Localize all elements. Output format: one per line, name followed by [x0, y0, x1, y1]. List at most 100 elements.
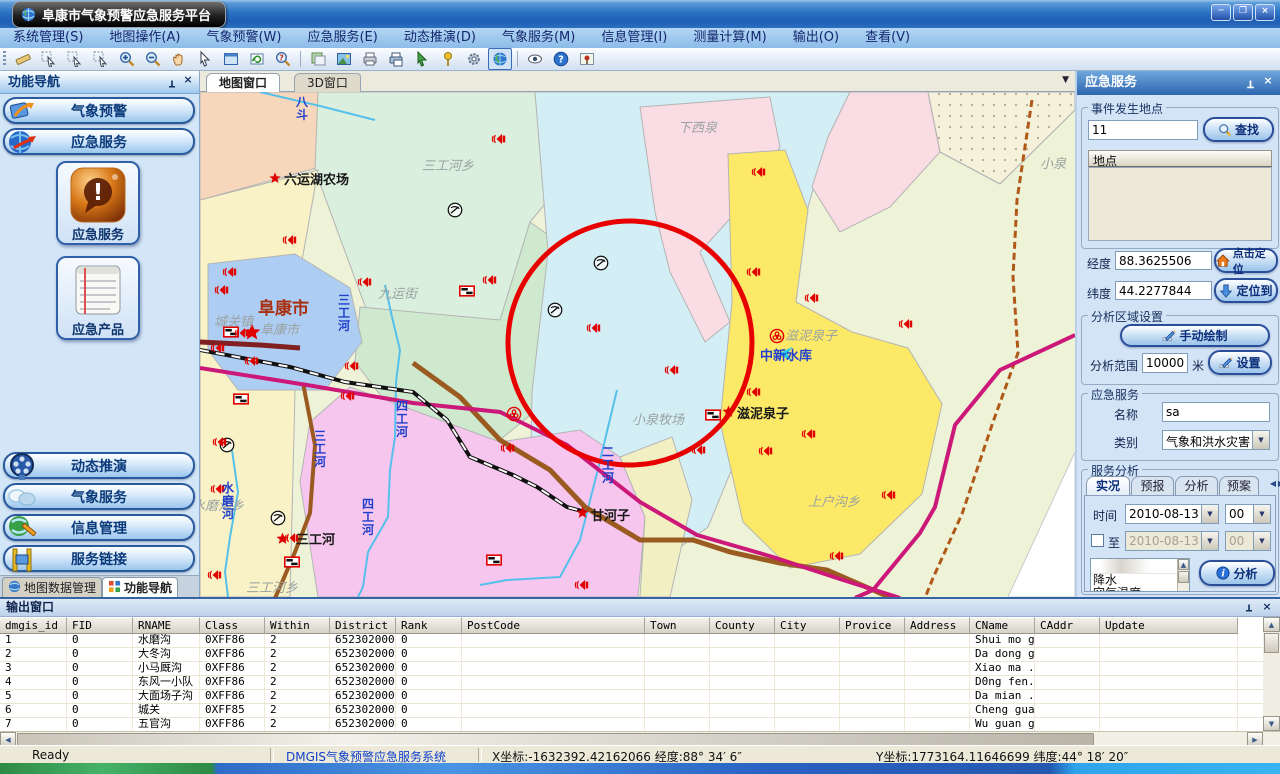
table-vscrollbar[interactable]: ▲ ▼: [1263, 617, 1280, 731]
chevron-down-icon[interactable]: ▼: [1062, 75, 1069, 85]
refresh-icon[interactable]: [245, 48, 269, 70]
export-image-icon[interactable]: [332, 48, 356, 70]
scroll-down-icon[interactable]: ▼: [1263, 716, 1280, 731]
menu-item[interactable]: 气象预警(W): [193, 28, 294, 48]
analysis-tab-分析[interactable]: 分析: [1175, 476, 1218, 495]
close-icon[interactable]: ×: [1260, 600, 1274, 614]
column-header-Class[interactable]: Class: [200, 617, 265, 634]
overview-icon[interactable]: [575, 48, 599, 70]
column-header-Address[interactable]: Address: [905, 617, 970, 634]
minimize-button[interactable]: ─: [1211, 4, 1231, 21]
identify-icon[interactable]: ?: [271, 48, 295, 70]
chevron-down-icon[interactable]: ▼: [1252, 431, 1269, 449]
close-icon[interactable]: ×: [181, 73, 195, 87]
snap-arrow-icon[interactable]: [410, 48, 434, 70]
close-icon[interactable]: ×: [1261, 74, 1275, 88]
analysis-tab-预报[interactable]: 预报: [1131, 476, 1174, 495]
restore-button[interactable]: ❐: [1233, 4, 1253, 21]
manual-draw-button[interactable]: 手动绘制: [1120, 324, 1270, 347]
column-header-County[interactable]: County: [710, 617, 775, 634]
column-header-dmgis_id[interactable]: dmgis_id: [0, 617, 67, 634]
print-preview-icon[interactable]: [384, 48, 408, 70]
mine-marker[interactable]: [594, 256, 608, 270]
menu-item[interactable]: 信息管理(I): [588, 28, 680, 48]
toolbar-grip[interactable]: [3, 51, 6, 67]
list-scrollbar[interactable]: ▲: [1177, 559, 1189, 592]
globe-icon[interactable]: [488, 48, 512, 70]
column-header-Rank[interactable]: Rank: [396, 617, 462, 634]
panel-tab-功能导航[interactable]: 功能导航: [102, 577, 178, 597]
location-list-header[interactable]: 地点: [1088, 150, 1272, 167]
layers-icon[interactable]: [306, 48, 330, 70]
hour-select[interactable]: 00▼: [1225, 504, 1271, 524]
click-locate-button[interactable]: 点击定位: [1214, 248, 1278, 273]
group-button-气象服务[interactable]: 气象服务: [3, 483, 195, 510]
column-header-Provice[interactable]: Provice: [840, 617, 905, 634]
menu-item[interactable]: 应急服务(E): [294, 28, 390, 48]
menu-item[interactable]: 地图操作(A): [96, 28, 193, 48]
print-icon[interactable]: [358, 48, 382, 70]
group-button-服务链接[interactable]: 服务链接: [3, 545, 195, 572]
element-list[interactable]: 降水空气温度 ▲: [1090, 558, 1190, 592]
table-row[interactable]: 70五官沟0XFF8626523020000Wu guan gou: [0, 718, 1263, 731]
select-icon[interactable]: [37, 48, 61, 70]
menu-item[interactable]: 动态推演(D): [391, 28, 489, 48]
column-header-PostCode[interactable]: PostCode: [462, 617, 645, 634]
table-row[interactable]: 30小马厩沟0XFF8626523020000Xiao ma ...: [0, 662, 1263, 676]
menu-item[interactable]: 气象服务(M): [489, 28, 588, 48]
pin-icon[interactable]: [1245, 76, 1256, 100]
range-input[interactable]: [1142, 353, 1188, 373]
type-select[interactable]: 气象和洪水灾害▼: [1162, 430, 1270, 450]
mine-marker[interactable]: [548, 303, 562, 317]
group-button-信息管理[interactable]: 信息管理: [3, 514, 195, 541]
longitude-input[interactable]: [1115, 251, 1212, 270]
close-button[interactable]: ×: [1255, 4, 1275, 21]
big-button-应急服务[interactable]: !应急服务: [56, 161, 140, 245]
menu-item[interactable]: 测量计算(M): [680, 28, 779, 48]
pan-icon[interactable]: [167, 48, 191, 70]
mine-marker[interactable]: [271, 511, 285, 525]
column-header-Town[interactable]: Town: [645, 617, 710, 634]
menu-item[interactable]: 查看(V): [852, 28, 923, 48]
select-poly-icon[interactable]: [89, 48, 113, 70]
table-row[interactable]: 20大冬沟0XFF8626523020000Da dong gou: [0, 648, 1263, 662]
search-button[interactable]: 查找: [1203, 117, 1274, 142]
analysis-tab-实况[interactable]: 实况: [1086, 476, 1130, 495]
analysis-tab-预案[interactable]: 预案: [1219, 476, 1259, 495]
flag-marker[interactable]: [706, 410, 720, 420]
location-search-input[interactable]: [1088, 120, 1198, 140]
locate-to-button[interactable]: 定位到: [1214, 278, 1278, 303]
flag-marker[interactable]: [234, 394, 248, 404]
zoom-in-icon[interactable]: [115, 48, 139, 70]
select-rect-icon[interactable]: [63, 48, 87, 70]
flag-marker[interactable]: [460, 286, 474, 296]
list-item[interactable]: 空气温度: [1091, 587, 1189, 592]
to-checkbox[interactable]: [1091, 534, 1104, 547]
group-button-应急服务[interactable]: 应急服务: [3, 128, 195, 155]
map-canvas[interactable]: 三工河乡下西泉九运街城关镇阜康市滋泥泉子小泉牧场上户沟乡水磨沟乡三工河乡小泉六运…: [200, 92, 1075, 597]
group-button-气象预警[interactable]: 气象预警: [3, 97, 195, 124]
ruler-icon[interactable]: [11, 48, 35, 70]
table-row[interactable]: 50大面场子沟0XFF8626523020000Da mian ...: [0, 690, 1263, 704]
set-button[interactable]: 设置: [1208, 350, 1272, 375]
table-row[interactable]: 40东风一小队0XFF8626523020000D0ng fen...: [0, 676, 1263, 690]
pin-icon[interactable]: [167, 75, 177, 98]
map-tab-3D窗口[interactable]: 3D窗口: [294, 73, 361, 93]
column-header-CName[interactable]: CName: [970, 617, 1035, 634]
column-header-City[interactable]: City: [775, 617, 840, 634]
table-row[interactable]: 10水磨沟0XFF8626523020000Shui mo gou: [0, 634, 1263, 648]
zoom-out-icon[interactable]: [141, 48, 165, 70]
settings-icon[interactable]: [462, 48, 486, 70]
table-row[interactable]: 60城关0XFF8526523020000Cheng guan: [0, 704, 1263, 718]
column-header-District[interactable]: District: [330, 617, 396, 634]
column-header-Within[interactable]: Within: [265, 617, 330, 634]
help-icon[interactable]: ?: [549, 48, 573, 70]
flag-marker[interactable]: [487, 555, 501, 565]
latitude-input[interactable]: [1115, 281, 1212, 300]
pointer-icon[interactable]: [193, 48, 217, 70]
attribute-table[interactable]: dmgis_idFIDRNAMEClassWithinDistrictRankP…: [0, 617, 1263, 731]
column-header-CAddr[interactable]: CAddr: [1035, 617, 1100, 634]
scroll-up-icon[interactable]: ▲: [1178, 559, 1189, 570]
date-select[interactable]: 2010-08-13▼: [1125, 504, 1219, 524]
service-name-input[interactable]: [1162, 402, 1270, 422]
